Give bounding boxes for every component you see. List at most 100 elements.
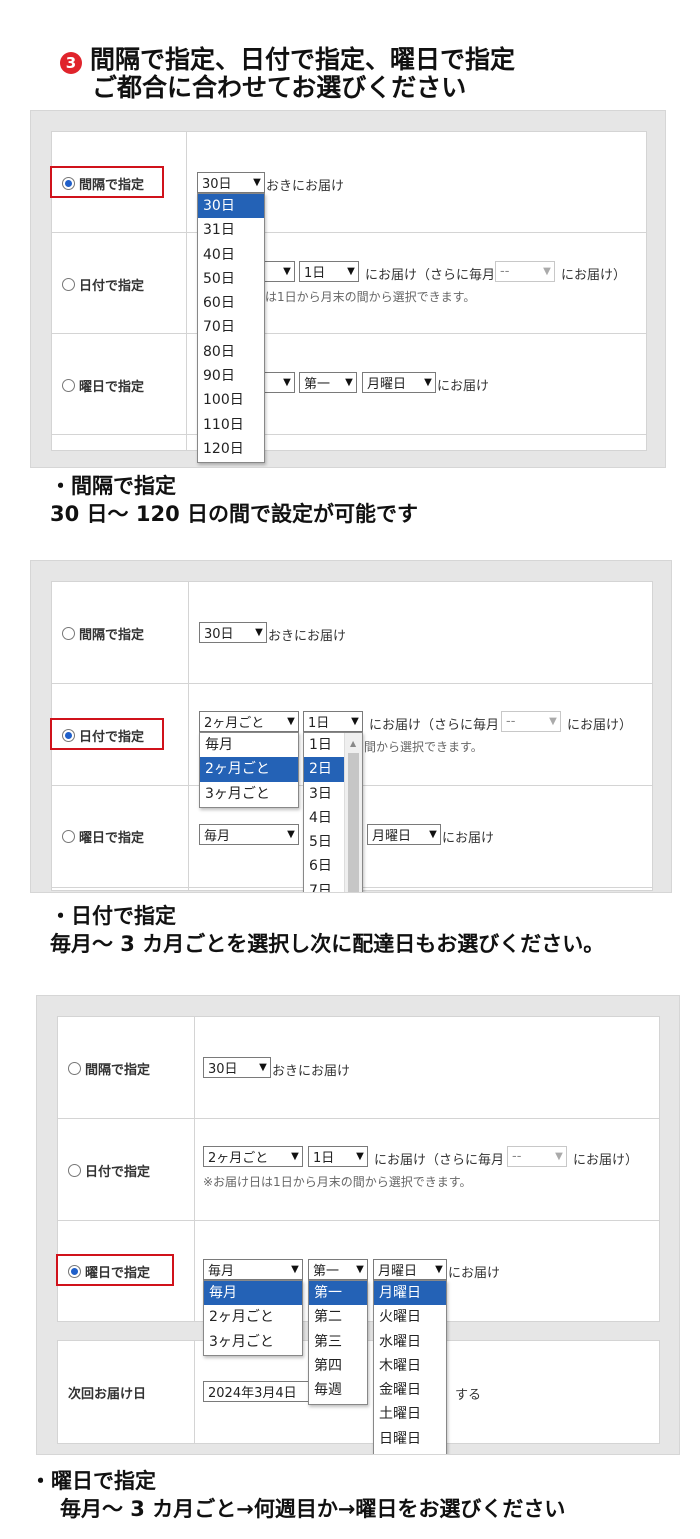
chevron-down-icon: ▼ <box>291 1264 299 1275</box>
interval-select[interactable]: 30日 ▼ <box>197 172 265 193</box>
monthly-select[interactable]: 毎月 ▼ <box>199 824 299 845</box>
radio-dot[interactable] <box>68 1265 81 1278</box>
chevron-down-icon: ▼ <box>283 377 291 388</box>
header-line2: ご都合に合わせてお選びください <box>92 73 467 102</box>
chevron-down-icon: ▼ <box>287 716 295 727</box>
day-select[interactable]: 1日 ▼ <box>308 1146 368 1167</box>
radio-date[interactable]: 日付で指定 <box>68 1161 150 1180</box>
chevron-down-icon: ▼ <box>351 716 359 727</box>
header-line1: 間隔で指定、日付で指定、曜日で指定 <box>90 45 516 74</box>
dropdown-option[interactable]: 毎週 <box>309 1378 367 1402</box>
radio-dot[interactable] <box>62 729 75 742</box>
radio-date[interactable]: 日付で指定 <box>62 275 144 294</box>
day-select[interactable]: 1日 ▼ <box>303 711 363 732</box>
chevron-up-icon[interactable]: ▲ <box>350 739 356 748</box>
radio-interval[interactable]: 間隔で指定 <box>62 174 144 193</box>
weekday-dropdown[interactable]: 月曜日 火曜日 水曜日 木曜日 金曜日 土曜日 日曜日 <box>373 1280 447 1454</box>
extra-day-select[interactable]: -- ▼ <box>507 1146 567 1167</box>
caption-interval: ・間隔で指定 30 日〜 120 日の間で設定が可能です <box>50 474 418 526</box>
step-number-badge: 3 <box>60 52 82 74</box>
dropdown-option[interactable]: 月曜日 <box>374 1281 446 1306</box>
scrollbar[interactable]: ▲ <box>344 733 362 892</box>
dropdown-option[interactable]: 金曜日 <box>374 1378 446 1402</box>
interval-dropdown[interactable]: 30日 31日 40日 50日 60日 70日 80日 90日 100日 110日 120日 <box>197 193 265 463</box>
dropdown-option[interactable]: 水曜日 <box>374 1330 446 1354</box>
dropdown-option[interactable]: 毎月 <box>204 1281 302 1306</box>
interval-select[interactable]: 30日 ▼ <box>203 1057 271 1078</box>
dropdown-option[interactable]: 3ヶ月ごと <box>200 782 298 806</box>
dropdown-option[interactable]: 土曜日 <box>374 1402 446 1426</box>
section-header: 3 間隔で指定、日付で指定、曜日で指定 ご都合に合わせてお選びください <box>60 46 680 102</box>
dropdown-option[interactable]: 日曜日 <box>374 1427 446 1451</box>
dropdown-option[interactable]: 100日 <box>198 388 264 412</box>
radio-dot[interactable] <box>62 830 75 843</box>
interval-select[interactable]: 30日 ▼ <box>199 622 267 643</box>
dropdown-option[interactable]: 80日 <box>198 340 264 364</box>
weekday-select[interactable]: 月曜日 ▼ <box>362 372 436 393</box>
extra-day-select[interactable]: -- ▼ <box>495 261 555 282</box>
dropdown-option[interactable]: 2ヶ月ごと <box>200 757 298 782</box>
weekday-select[interactable]: 月曜日 ▼ <box>373 1259 447 1280</box>
chevron-down-icon: ▼ <box>424 377 432 388</box>
dropdown-option[interactable]: 30日 <box>198 194 264 219</box>
dropdown-option[interactable]: 120日 <box>198 437 264 461</box>
chevron-down-icon: ▼ <box>555 1151 563 1162</box>
caption-date: ・日付で指定 毎月〜 3 カ月ごとを選択し次に配達日もお選びください。 <box>50 904 605 956</box>
chevron-down-icon: ▼ <box>287 829 295 840</box>
weekday-select[interactable]: 月曜日 ▼ <box>367 824 441 845</box>
next-date-select[interactable]: 2024年3月4日 <box>203 1381 313 1402</box>
radio-interval[interactable]: 間隔で指定 <box>62 624 144 643</box>
panel-weekday: 間隔で指定 30日 ▼ おきにお届け 日付で指定 2ヶ月ごと ▼ 1日 ▼ にお届け（… <box>36 995 680 1455</box>
chevron-down-icon: ▼ <box>347 266 355 277</box>
month-select[interactable]: 2ヶ月ごと ▼ <box>203 1146 303 1167</box>
day-dropdown[interactable]: 1日 2日 3日 4日 5日 6日 7日 ▲ <box>303 732 363 892</box>
month-select[interactable]: 2ヶ月ごと ▼ <box>199 711 299 732</box>
chevron-down-icon: ▼ <box>253 177 261 188</box>
dropdown-option[interactable]: 木曜日 <box>374 1354 446 1378</box>
dropdown-option[interactable]: 60日 <box>198 291 264 315</box>
extra-day-select[interactable]: -- ▼ <box>501 711 561 732</box>
dropdown-option[interactable]: 第三 <box>309 1330 367 1354</box>
dropdown-option[interactable]: 第二 <box>309 1305 367 1329</box>
dropdown-option[interactable]: 70日 <box>198 315 264 339</box>
radio-dot[interactable] <box>62 627 75 640</box>
day-select[interactable]: 1日 ▼ <box>299 261 359 282</box>
chevron-down-icon: ▼ <box>255 627 263 638</box>
dropdown-option[interactable]: 31日 <box>198 218 264 242</box>
radio-dot[interactable] <box>68 1164 81 1177</box>
dropdown-option[interactable]: 90日 <box>198 364 264 388</box>
panel-date: 間隔で指定 30日 ▼ おきにお届け 日付で指定 2ヶ月ごと ▼ 1日 ▼ にお届け（… <box>30 560 672 893</box>
dropdown-option[interactable]: 第四 <box>309 1354 367 1378</box>
radio-dot[interactable] <box>68 1062 81 1075</box>
chevron-down-icon: ▼ <box>345 377 353 388</box>
week-select[interactable]: 第一 ▼ <box>299 372 357 393</box>
radio-weekday[interactable]: 曜日で指定 <box>68 1262 150 1281</box>
dropdown-option[interactable]: 2ヶ月ごと <box>204 1305 302 1329</box>
radio-date[interactable]: 日付で指定 <box>62 726 144 745</box>
radio-weekday[interactable]: 曜日で指定 <box>62 827 144 846</box>
chevron-down-icon: ▼ <box>283 266 291 277</box>
dropdown-option[interactable]: 110日 <box>198 413 264 437</box>
chevron-down-icon: ▼ <box>543 266 551 277</box>
week-dropdown[interactable]: 第一 第二 第三 第四 毎週 <box>308 1280 368 1405</box>
chevron-down-icon: ▼ <box>259 1062 267 1073</box>
dropdown-option[interactable]: 火曜日 <box>374 1305 446 1329</box>
dropdown-option[interactable]: 40日 <box>198 243 264 267</box>
week-select[interactable]: 第一 ▼ <box>308 1259 368 1280</box>
dropdown-option[interactable]: 第一 <box>309 1281 367 1306</box>
chevron-down-icon: ▼ <box>291 1151 299 1162</box>
caption-weekday: ・曜日で指定 毎月〜 3 カ月ごと→何週目か→曜日をお選びください <box>30 1469 566 1521</box>
dropdown-option[interactable]: 50日 <box>198 267 264 291</box>
month-dropdown[interactable]: 毎月 2ヶ月ごと 3ヶ月ごと <box>199 732 299 808</box>
radio-dot[interactable] <box>62 278 75 291</box>
chevron-down-icon: ▼ <box>549 716 557 727</box>
dropdown-option[interactable]: 毎月 <box>200 733 298 757</box>
month-dropdown[interactable]: 毎月 2ヶ月ごと 3ヶ月ごと <box>203 1280 303 1356</box>
monthly-select[interactable]: 毎月 ▼ <box>203 1259 303 1280</box>
radio-dot[interactable] <box>62 379 75 392</box>
radio-interval[interactable]: 間隔で指定 <box>68 1059 150 1078</box>
radio-weekday[interactable]: 曜日で指定 <box>62 376 144 395</box>
dropdown-option[interactable]: 3ヶ月ごと <box>204 1330 302 1354</box>
radio-dot[interactable] <box>62 177 75 190</box>
chevron-down-icon: ▼ <box>356 1264 364 1275</box>
